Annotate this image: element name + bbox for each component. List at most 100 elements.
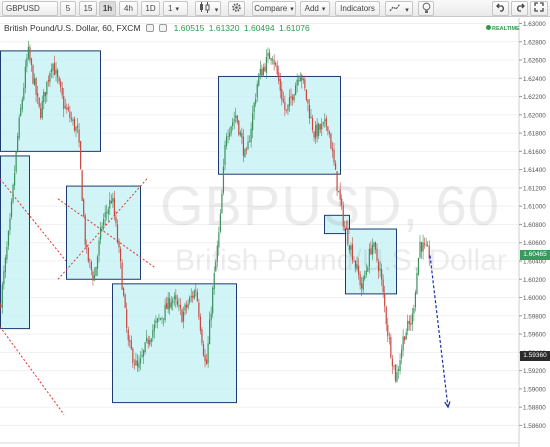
candle-body (106, 212, 108, 214)
interval-dropdown-value: 1 (168, 4, 173, 13)
candle-body (267, 53, 269, 57)
candle-body (116, 224, 119, 243)
candle-body (284, 101, 286, 110)
candle-body (161, 317, 163, 319)
candle-body (76, 125, 79, 128)
interval-dropdown[interactable]: 1 ▾ (163, 1, 188, 16)
candles-icon (199, 2, 210, 13)
candle-body (35, 78, 37, 95)
interval-15-button[interactable]: 15 (79, 1, 97, 16)
redo-icon (516, 3, 525, 12)
candle-body (361, 283, 363, 289)
drawing-tools-dropdown[interactable]: ▾ (385, 1, 413, 16)
candle-body (201, 329, 203, 344)
candle-body (144, 342, 146, 353)
candle-body (250, 128, 252, 143)
candle-body (49, 72, 51, 83)
candle-body (66, 107, 68, 110)
candle-body (72, 119, 74, 122)
candle-body (259, 68, 261, 76)
price-tick-label: 1.59000 (523, 386, 546, 393)
eye-icon[interactable] (145, 24, 154, 32)
candle-body (46, 81, 48, 95)
candle-body (142, 350, 145, 357)
settings-button[interactable] (228, 1, 245, 16)
undo-button[interactable] (492, 1, 509, 16)
candle-body (119, 248, 122, 262)
add-label: Add (304, 4, 319, 13)
price-tick-label: 1.63000 (523, 21, 546, 28)
candle-body (202, 344, 205, 356)
candle-body (195, 290, 197, 292)
fullscreen-button[interactable] (530, 1, 548, 16)
candle-body (184, 304, 186, 311)
candle-body (204, 355, 206, 361)
open-value: 1.60515 (173, 23, 205, 33)
redo-button[interactable] (511, 1, 528, 16)
candle-body (210, 313, 212, 321)
candle-body (1, 284, 3, 308)
candle-body (279, 79, 281, 91)
candle-body (159, 318, 162, 320)
candle-body (278, 72, 280, 81)
candle-body (173, 296, 175, 299)
candle-body (241, 132, 243, 138)
candle-body (147, 339, 149, 344)
candle-body (103, 218, 105, 226)
interval-1d-button[interactable]: 1D (141, 1, 160, 16)
interval-4h-button[interactable]: 4h (119, 1, 138, 16)
candle-body (291, 96, 294, 100)
candle-body (298, 79, 300, 81)
candle-body (86, 245, 88, 248)
add-button[interactable]: Add ▾ (300, 1, 330, 16)
candle-body (261, 68, 263, 77)
candle-body (13, 173, 16, 186)
candle-body (113, 198, 116, 216)
price-tick-label: 1.61400 (523, 167, 546, 174)
settings-icon[interactable] (159, 24, 168, 32)
compare-button[interactable]: Compare ▾ (252, 1, 296, 16)
ideas-button[interactable] (418, 1, 434, 16)
candle-body (130, 340, 132, 350)
candle-body (141, 354, 143, 357)
chart-style-dropdown[interactable]: ▾ (195, 1, 221, 16)
candle-body (38, 97, 40, 107)
candle-body (385, 306, 387, 325)
candle-body (190, 296, 192, 298)
candle-body (33, 78, 36, 85)
chevron-down-icon: ▾ (290, 6, 294, 13)
candle-body (112, 197, 114, 203)
candle-body (187, 303, 189, 308)
candle-body (26, 58, 28, 67)
candle-body (281, 89, 283, 100)
candle-body (84, 215, 86, 245)
candle-body (181, 309, 183, 323)
interval-1h-button[interactable]: 1h (99, 1, 116, 16)
candle-body (95, 266, 97, 277)
candle-body (404, 336, 406, 341)
chart-area[interactable]: 1.63000 1.62800 1.62600 1.62400 1.62200 1.620… (0, 18, 550, 447)
candle-body (135, 360, 137, 366)
symbol-input[interactable]: GBPUSD (2, 1, 58, 16)
candle-body (104, 212, 106, 218)
candle-body (199, 316, 202, 331)
candle-body (127, 329, 129, 341)
candle-body (247, 141, 249, 150)
candle-body (393, 365, 395, 367)
indicators-button[interactable]: Indicators (335, 1, 380, 16)
candle-body (164, 304, 166, 321)
price-tick-label: 1.62000 (523, 112, 546, 119)
candle-body (146, 337, 148, 341)
candle-body (47, 79, 49, 82)
candle-body (268, 52, 271, 60)
price-tick-label: 1.61000 (523, 204, 546, 211)
candle-body (400, 349, 403, 359)
candle-body (90, 261, 92, 271)
candle-body (99, 227, 102, 240)
interval-5-button[interactable]: 5 (60, 1, 76, 16)
candle-body (123, 288, 125, 296)
candle-body (244, 149, 246, 158)
candle-body (53, 63, 56, 76)
candle-body (328, 131, 331, 134)
candle-body (156, 318, 159, 323)
